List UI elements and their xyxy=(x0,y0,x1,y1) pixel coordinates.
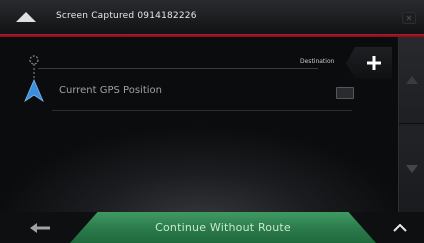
up-arrow-icon[interactable] xyxy=(16,12,36,22)
close-icon xyxy=(406,15,412,21)
header-title: Screen Captured 0914182226 xyxy=(56,11,197,21)
bottom-bar: Continue Without Route xyxy=(0,212,424,243)
continue-without-route-button[interactable]: Continue Without Route xyxy=(70,212,376,243)
status-header: Screen Captured 0914182226 xyxy=(0,0,424,35)
back-arrow-icon xyxy=(30,222,50,233)
expand-button[interactable] xyxy=(376,212,424,243)
route-panel: Destination Current GPS Position xyxy=(0,37,398,212)
scroll-down-button[interactable] xyxy=(399,126,424,212)
navigation-screen: Screen Captured 0914182226 Destination C… xyxy=(0,0,424,243)
chevron-up-icon xyxy=(406,76,418,84)
chevron-down-icon xyxy=(406,165,418,173)
scroll-column xyxy=(398,37,424,212)
divider xyxy=(52,110,352,111)
add-destination-button[interactable] xyxy=(346,47,392,79)
start-point-label[interactable]: Current GPS Position xyxy=(59,85,162,96)
plus-icon xyxy=(367,56,381,70)
back-button[interactable] xyxy=(0,212,80,243)
start-options-icon[interactable] xyxy=(336,87,354,99)
close-button[interactable] xyxy=(402,12,416,24)
gps-arrow-icon xyxy=(24,55,44,103)
divider xyxy=(38,68,318,69)
destination-label: Destination xyxy=(300,58,335,65)
chevron-up-icon xyxy=(393,223,407,232)
scroll-up-button[interactable] xyxy=(399,37,424,124)
